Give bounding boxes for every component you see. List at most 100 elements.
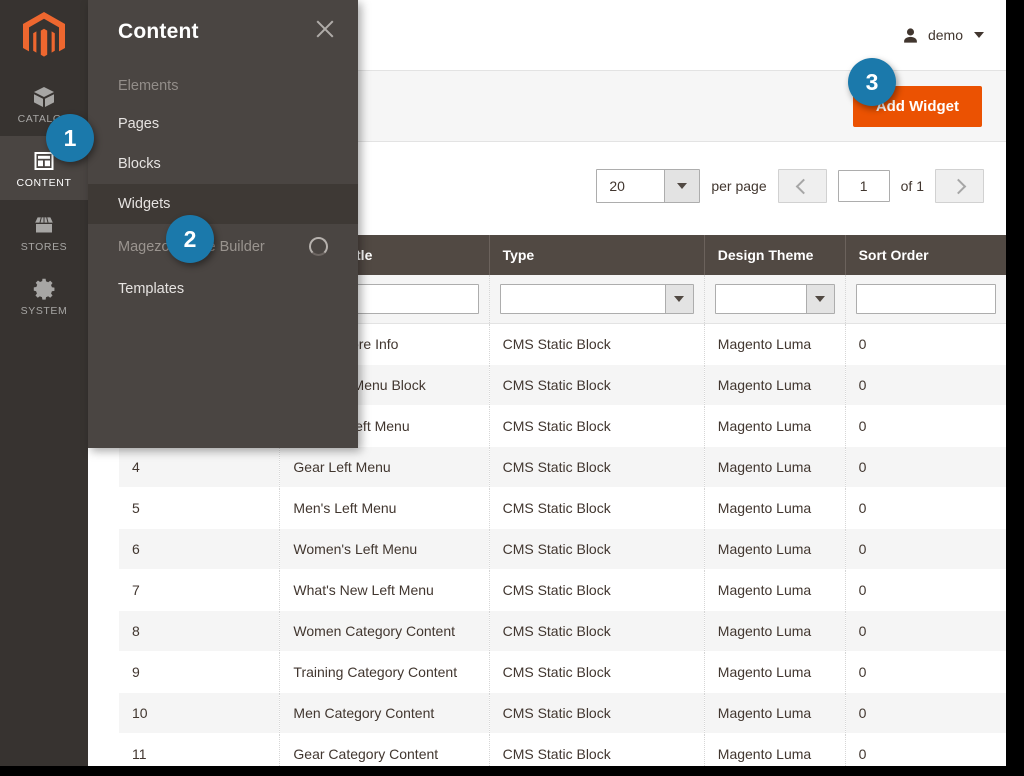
step-badge-3: 3 <box>848 58 896 106</box>
filter-input-sort[interactable] <box>855 284 996 314</box>
magento-logo-icon[interactable] <box>0 0 88 72</box>
grid-cell-sort: 0 <box>845 528 1006 570</box>
close-icon[interactable] <box>314 18 336 40</box>
grid-cell-theme: Magento Luma <box>704 569 846 611</box>
flyout-title: Content <box>118 20 199 43</box>
grid-cell-sort: 0 <box>845 446 1006 488</box>
grid-cell-sort: 0 <box>845 651 1006 693</box>
grid-cell-title: Gear Left Menu <box>279 446 490 488</box>
grid-cell-id: 5 <box>119 487 281 529</box>
flyout-item-widgets[interactable]: Widgets <box>88 184 358 224</box>
grid-cell-theme: Magento Luma <box>704 323 846 365</box>
grid-cell-id: 9 <box>119 651 281 693</box>
chevron-down-icon <box>664 285 693 313</box>
loading-spinner-icon <box>309 237 328 256</box>
grid-cell-theme: Magento Luma <box>704 405 846 447</box>
chevron-down-icon[interactable] <box>664 170 700 202</box>
grid-cell-sort: 0 <box>845 487 1006 529</box>
grid-cell-theme: Magento Luma <box>704 446 846 488</box>
flyout-item-label: Blocks <box>118 156 161 172</box>
flyout-item-pages[interactable]: Pages <box>88 104 358 144</box>
grid-cell-sort: 0 <box>845 569 1006 611</box>
grid-cell-type: CMS Static Block <box>489 323 705 365</box>
chevron-down-icon <box>974 32 984 38</box>
per-page-label: per page <box>711 178 767 194</box>
grid-cell-sort: 0 <box>845 364 1006 406</box>
grid-cell-theme: Magento Luma <box>704 692 846 734</box>
grid-cell-title: Men's Left Menu <box>279 487 490 529</box>
grid-cell-title: What's New Left Menu <box>279 569 490 611</box>
filter-cell-theme <box>704 275 846 324</box>
filter-cell-sort <box>845 275 1006 324</box>
previous-page-button[interactable] <box>777 169 827 203</box>
sidebar-item-stores[interactable]: STORES <box>0 200 88 264</box>
content-flyout-menu: Content Elements Pages Blocks Widgets Ma… <box>88 0 358 448</box>
grid-cell-theme: Magento Luma <box>704 651 846 693</box>
page-number-input[interactable] <box>837 170 890 202</box>
grid-cell-title: Men Category Content <box>279 692 490 734</box>
grid-cell-sort: 0 <box>845 405 1006 447</box>
grid-cell-theme: Magento Luma <box>704 610 846 652</box>
grid-cell-sort: 0 <box>845 692 1006 734</box>
table-row[interactable]: 9 Training Category Content CMS Static Blo… <box>119 651 1006 693</box>
table-row[interactable]: 5 Men's Left Menu CMS Static Block Magento … <box>119 487 1006 529</box>
per-page-value: 20 <box>597 170 665 202</box>
grid-cell-title: Gear Category Content <box>279 733 490 766</box>
catalog-box-icon <box>31 84 57 110</box>
table-row[interactable]: 8 Women Category Content CMS Static Block M… <box>119 610 1006 652</box>
user-menu[interactable]: demo <box>902 27 984 44</box>
filter-cell-type <box>489 275 705 324</box>
grid-cell-title: Women's Left Menu <box>279 528 490 570</box>
user-name-label: demo <box>927 27 963 43</box>
system-gear-icon <box>31 276 57 302</box>
grid-cell-theme: Magento Luma <box>704 487 846 529</box>
grid-cell-type: CMS Static Block <box>489 569 705 611</box>
column-header-type[interactable]: Type <box>489 235 705 275</box>
grid-cell-theme: Magento Luma <box>704 528 846 570</box>
grid-cell-title: Training Category Content <box>279 651 490 693</box>
grid-cell-id: 10 <box>119 692 281 734</box>
grid-cell-sort: 0 <box>845 733 1006 766</box>
per-page-select[interactable]: 20 <box>596 169 701 203</box>
grid-cell-type: CMS Static Block <box>489 364 705 406</box>
step-badge-2: 2 <box>166 215 214 263</box>
table-row[interactable]: 6 Women's Left Menu CMS Static Block Magent… <box>119 528 1006 570</box>
grid-cell-id: 11 <box>119 733 281 766</box>
sidebar-item-label: SYSTEM <box>20 304 68 317</box>
user-avatar-icon <box>904 27 917 43</box>
flyout-item-blocks[interactable]: Blocks <box>88 144 358 184</box>
filter-select-type[interactable] <box>499 284 694 314</box>
grid-cell-type: CMS Static Block <box>489 528 705 570</box>
table-row[interactable]: 11 Gear Category Content CMS Static Block M… <box>119 733 1006 766</box>
grid-cell-type: CMS Static Block <box>489 446 705 488</box>
grid-cell-id: 6 <box>119 528 281 570</box>
chevron-right-icon <box>950 178 966 194</box>
grid-cell-theme: Magento Luma <box>704 364 846 406</box>
grid-cell-type: CMS Static Block <box>489 733 705 766</box>
pagination-controls: 20 per page of 1 <box>596 169 984 203</box>
flyout-section-label: Elements <box>118 78 179 94</box>
flyout-item-label: Widgets <box>118 196 171 212</box>
sidebar-item-label: CONTENT <box>16 176 72 189</box>
grid-cell-title: Women Category Content <box>279 610 490 652</box>
column-header-theme[interactable]: Design Theme <box>704 235 846 275</box>
flyout-item-label: Templates <box>118 281 185 297</box>
column-header-sort[interactable]: Sort Order <box>845 235 1006 275</box>
admin-page: CATALOG CONTENT STORES SYSTEM demo Add W… <box>0 0 1006 766</box>
next-page-button[interactable] <box>935 169 984 203</box>
flyout-item-label: Pages <box>118 116 160 132</box>
grid-cell-type: CMS Static Block <box>489 610 705 652</box>
filter-select-theme[interactable] <box>714 284 835 314</box>
chevron-down-icon <box>805 285 834 313</box>
grid-cell-id: 4 <box>119 446 281 488</box>
table-row[interactable]: 10 Men Category Content CMS Static Block Ma… <box>119 692 1006 734</box>
grid-cell-id: 7 <box>119 569 281 611</box>
grid-cell-id: 8 <box>119 610 281 652</box>
flyout-item-templates[interactable]: Templates <box>88 269 358 309</box>
table-row[interactable]: 7 What's New Left Menu CMS Static Block Mag… <box>119 569 1006 611</box>
flyout-header: Content <box>88 0 358 64</box>
sidebar-item-system[interactable]: SYSTEM <box>0 264 88 328</box>
flyout-group-magezon-page-builder[interactable]: Magezon Page Builder <box>88 224 358 269</box>
table-row[interactable]: 4 Gear Left Menu CMS Static Block Magento L… <box>119 446 1006 488</box>
grid-cell-theme: Magento Luma <box>704 733 846 766</box>
